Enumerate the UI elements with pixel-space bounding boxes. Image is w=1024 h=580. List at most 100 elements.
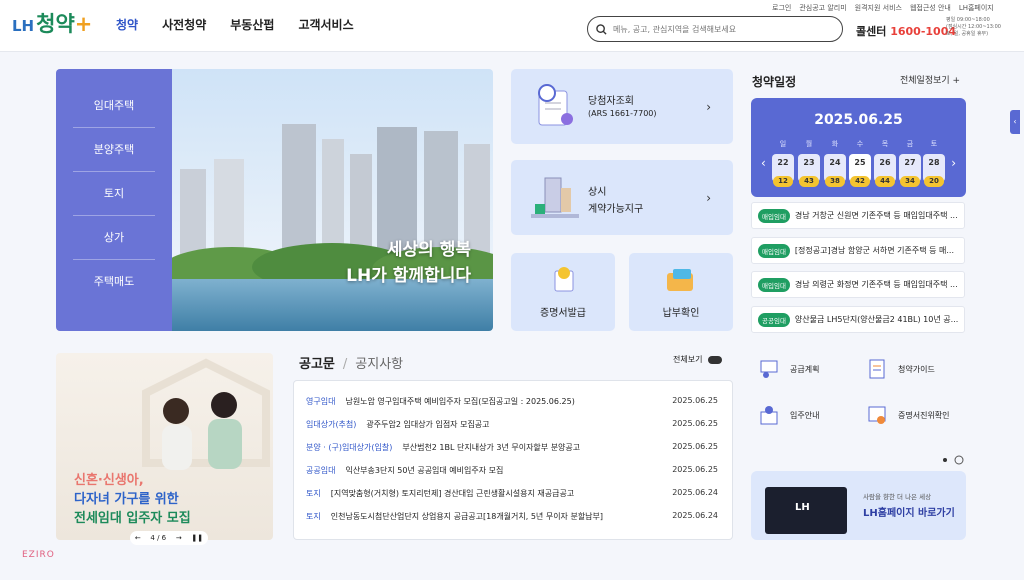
calendar-day-selected[interactable]: 수 25 42 <box>849 140 871 187</box>
search-icon <box>596 23 607 35</box>
schedule-item[interactable]: 매입임대 경남 의령군 화정면 기존주택 등 매입임대주택 ... <box>751 271 965 298</box>
logo-text: 청약 <box>36 12 75 36</box>
lh-homepage-link-text: LH홈페이지 바로가기 <box>863 508 955 519</box>
contract-sub: 계약가능지구 <box>588 204 644 215</box>
search-input[interactable] <box>613 24 813 34</box>
banner-line-1: 세상의 행복 <box>386 240 471 260</box>
hours-line: 평일 09:00~18:00 <box>946 17 990 23</box>
payment-check-card[interactable]: 납부확인 <box>629 253 733 331</box>
menu-item-shop[interactable]: 상가 <box>73 216 155 260</box>
menu-item-rental[interactable]: 임대주택 <box>73 84 155 128</box>
day-number: 24 <box>829 158 841 167</box>
nav-item-apply[interactable]: 청약 <box>116 16 138 33</box>
calendar-day[interactable]: 월 23 43 <box>798 140 820 187</box>
notice-row[interactable]: 영구임대 남원노암 영구임대주택 예비입주자 모집(모집공고일 : 2025.06… <box>306 396 726 407</box>
tab-notices[interactable]: 공지사항 <box>355 357 403 372</box>
notice-row[interactable]: 공공임대 익산부송3단지 50년 공공임대 예비입주자 모집 2025.06.25 <box>306 465 726 476</box>
promo-pager: ← 4 / 6 → ❚❚ <box>130 531 208 545</box>
quick-link-supply-plan[interactable]: 공급계획 <box>758 358 819 380</box>
menu-item-sale[interactable]: 분양주택 <box>73 128 155 172</box>
day-count: 20 <box>924 176 944 187</box>
weekday-label: 토 <box>930 140 938 148</box>
notice-date: 2025.06.25 <box>672 442 718 451</box>
notice-category: 공공임대 <box>306 466 336 475</box>
calendar-day[interactable]: 토 28 20 <box>923 140 945 187</box>
arrow-left-icon[interactable]: ← <box>135 534 141 542</box>
notice-category: 영구임대 <box>306 397 336 406</box>
schedule-item[interactable]: 매입임대 [정정공고]경남 함양군 서하면 기존주택 등 매... <box>751 237 965 264</box>
calendar-day[interactable]: 화 24 38 <box>824 140 846 187</box>
notice-row[interactable]: 토지 [지역맞춤형(거치형) 토지리턴제] 경산대임 근린생활시설용지 재공급공고… <box>306 488 726 499</box>
winner-lookup-ars: (ARS 1661-7700) <box>588 109 657 118</box>
document-search-icon <box>538 84 573 126</box>
schedule-item[interactable]: 매입임대 경남 거창군 신원면 기존주택 등 매입임대주택 ... <box>751 202 965 229</box>
utility-links: 로그인 관심공고 알리미 원격지원 서비스 웹접근성 안내 LH홈페이지 <box>772 3 994 13</box>
quick-label: 청약가이드 <box>898 364 935 374</box>
certificate-issue-card[interactable]: 증명서발급 <box>511 253 615 331</box>
menu-item-land[interactable]: 토지 <box>73 172 155 216</box>
banner-slogan: 세상의 행복 LH가 함께합니다 <box>346 237 471 289</box>
quick-link-guide[interactable]: 청약가이드 <box>866 358 935 380</box>
promo-banner[interactable]: 신혼·신생아, 다자녀 가구를 위한 전세임대 입주자 모집 <box>56 353 273 540</box>
notice-row[interactable]: 임대상가(추첨) 광주두암2 임대상가 입점자 모집공고 2025.06.25 <box>306 419 726 430</box>
lh-homepage-banner[interactable]: LH 사람을 향한 더 나은 세상 LH홈페이지 바로가기 <box>751 471 966 540</box>
lh-homepage-link[interactable]: LH홈페이지 <box>959 3 994 13</box>
menu-item-house-sell[interactable]: 주택매도 <box>73 260 155 304</box>
chevron-left-icon: ‹ <box>1013 117 1017 126</box>
search-box[interactable] <box>587 16 843 42</box>
schedule-badge: 매입임대 <box>758 208 790 223</box>
side-panel-toggle[interactable]: ‹ <box>1010 110 1020 134</box>
weekday-label: 일 <box>779 140 787 148</box>
notice-category: 분양 · (구)임대상가(입찰) <box>306 443 393 452</box>
schedule-item[interactable]: 공공임대 양산물금 LH5단지(양산물금2 41BL) 10년 공... <box>751 306 965 333</box>
hours-line: (점심시간 12:00~13:00 <box>946 24 1001 30</box>
accessibility-link[interactable]: 웹접근성 안내 <box>910 3 951 13</box>
header: LH청약+ 청약 사전청약 부동산펍 고객서비스 로그인 관심공고 알리미 원격… <box>0 0 1024 52</box>
schedule-item-text: 경남 거창군 신원면 기존주택 등 매입임대주택 ... <box>794 211 958 220</box>
nav-item-pre-apply[interactable]: 사전청약 <box>162 16 206 33</box>
schedule-calendar: 2025.06.25 ‹ › 일 22 12 월 23 43 화 24 38 수 25 42 목… <box>751 98 966 197</box>
remote-support-link[interactable]: 원격지원 서비스 <box>855 3 902 13</box>
main-banner[interactable]: 세상의 행복 LH가 함께합니다 <box>172 69 493 331</box>
schedule-more-link[interactable]: 전체일정보기 + <box>900 73 960 86</box>
notice-more-link[interactable]: 전체보기 <box>673 354 722 365</box>
notice-row[interactable]: 토지 인천남동도시첨단산업단지 상업용지 공급공고[18개월거치, 5년 무이자 … <box>306 511 726 522</box>
banner-line-2: LH가 함께합니다 <box>346 266 471 286</box>
pause-icon[interactable]: ❚❚ <box>191 534 203 542</box>
calendar-day[interactable]: 목 26 44 <box>874 140 896 187</box>
day-number: 28 <box>928 158 940 167</box>
hours-line: 토, 일, 공휴일 휴무) <box>946 31 989 37</box>
site-logo[interactable]: LH청약+ <box>12 8 92 38</box>
notice-date: 2025.06.24 <box>672 511 718 520</box>
pager-count: 4 / 6 <box>150 534 167 542</box>
carousel-dots <box>943 455 964 465</box>
nav-item-realestate[interactable]: 부동산펍 <box>230 16 274 33</box>
lh-homepage-sub: 사람을 향한 더 나은 세상 <box>863 493 932 501</box>
arrow-right-icon[interactable]: → <box>176 534 182 542</box>
day-count: 38 <box>825 176 845 187</box>
contract-available-card[interactable]: 상시 계약가능지구 › <box>511 160 733 235</box>
nav-item-customer[interactable]: 고객서비스 <box>298 16 353 33</box>
notice-row[interactable]: 분양 · (구)임대상가(입찰) 부산범천2 1BL 단지내상가 3년 무이자할부… <box>306 442 726 453</box>
callcenter: 콜센터 1600-1004 <box>856 23 956 39</box>
apartment-building-icon <box>531 177 579 218</box>
quick-link-cert-verify[interactable]: 증명서진위확인 <box>866 404 950 426</box>
tab-announcements[interactable]: 공고문 <box>299 357 335 372</box>
alert-link[interactable]: 관심공고 알리미 <box>799 3 846 13</box>
schedule-title: 청약일정 <box>752 75 797 89</box>
calendar-next-button[interactable]: › <box>951 156 956 170</box>
tab-separator: / <box>342 357 348 372</box>
quick-link-move-in[interactable]: 입주안내 <box>758 404 819 426</box>
login-link[interactable]: 로그인 <box>772 3 791 13</box>
calendar-prev-button[interactable]: ‹ <box>761 156 766 170</box>
day-count: 34 <box>900 176 920 187</box>
day-count: 43 <box>799 176 819 187</box>
schedule-badge: 매입임대 <box>758 243 790 258</box>
callcenter-hours: 평일 09:00~18:00 (점심시간 12:00~13:00 토, 일, 공… <box>946 17 1016 38</box>
chevron-right-icon: › <box>706 190 711 205</box>
calendar-day[interactable]: 금 27 34 <box>899 140 921 187</box>
calendar-day[interactable]: 일 22 12 <box>772 140 794 187</box>
promo-text: 신혼·신생아, 다자녀 가구를 위한 전세임대 입주자 모집 <box>74 471 191 528</box>
winner-lookup-card[interactable]: 당첨자조회 (ARS 1661-7700) › <box>511 69 733 144</box>
weekday-label: 목 <box>881 140 889 148</box>
